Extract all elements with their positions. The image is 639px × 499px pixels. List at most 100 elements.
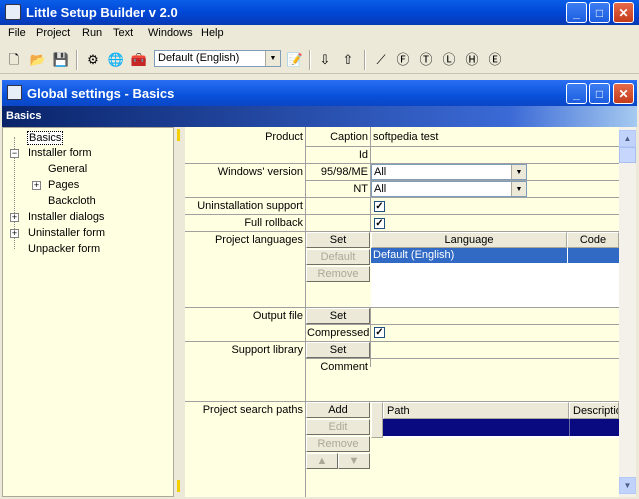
tree-item-basics[interactable]: Basics <box>27 131 64 145</box>
menu-help[interactable]: Help <box>196 27 229 39</box>
os-9x-select[interactable]: All ▼ <box>371 164 527 180</box>
compressed-label: Compressed <box>307 327 370 339</box>
export-icon[interactable]: ⇧ <box>339 50 357 68</box>
full-rollback-checkbox[interactable]: ✓ <box>374 218 385 229</box>
tree-item-backcloth[interactable]: Backcloth <box>48 195 96 207</box>
tree-item-pages[interactable]: Pages <box>48 179 79 191</box>
grid-line <box>306 358 619 359</box>
list-item[interactable] <box>383 419 619 436</box>
import-icon[interactable]: ⇩ <box>316 50 334 68</box>
tree-item-general[interactable]: General <box>48 163 87 175</box>
run-help-icon[interactable]: Ⓗ <box>463 50 481 68</box>
save-icon[interactable]: 💾 <box>52 50 70 68</box>
minimize-icon: _ <box>573 86 580 101</box>
language-select[interactable]: Default (English) ▼ <box>154 50 281 67</box>
child-maximize-button[interactable]: □ <box>589 83 610 104</box>
maximize-icon: □ <box>595 5 604 20</box>
edit-search-path-button[interactable]: Edit <box>306 419 370 435</box>
close-icon: ✕ <box>618 5 629 20</box>
path-column-header[interactable]: Path <box>383 402 569 419</box>
compressed-checkbox[interactable]: ✓ <box>374 327 385 338</box>
os-9x-value: All <box>374 166 387 178</box>
vertical-scrollbar[interactable]: ▲ ▼ <box>619 127 636 497</box>
output-file-label: Output file <box>252 310 303 322</box>
project-search-paths-label: Project search paths <box>202 404 303 416</box>
splitter-grip-bottom <box>177 480 180 492</box>
toolbar: 🗋 📂 💾 ⚙ 🌐 🧰 📝 ⇩ ⇧ ⟋ Ⓕ Ⓣ Ⓛ Ⓗ Ⓔ <box>0 44 639 74</box>
globe-icon[interactable]: 🌐 <box>107 50 125 68</box>
move-down-button[interactable]: ▼ <box>338 453 370 469</box>
child-window-title: Global settings - Basics <box>27 86 175 101</box>
os-nt-value: All <box>374 183 387 195</box>
maximize-icon: □ <box>595 86 604 101</box>
close-icon: ✕ <box>618 86 629 101</box>
run-extras-icon[interactable]: Ⓔ <box>486 50 504 68</box>
grid-line <box>306 146 619 147</box>
splitter-grip-top <box>177 129 180 141</box>
caption-field[interactable]: softpedia test <box>373 131 438 143</box>
open-folder-icon[interactable]: 📂 <box>29 50 47 68</box>
collapse-icon[interactable]: − <box>10 149 19 158</box>
scroll-up-icon[interactable]: ▲ <box>619 130 636 147</box>
tree-item-uninstaller-form[interactable]: Uninstaller form <box>28 227 105 239</box>
remove-language-button[interactable]: Remove <box>306 266 370 282</box>
run-test-icon[interactable]: Ⓣ <box>417 50 435 68</box>
section-title: Basics <box>6 110 42 122</box>
chevron-down-icon[interactable]: ▼ <box>511 165 526 179</box>
description-column-header[interactable]: Description <box>569 402 619 419</box>
build-project-icon[interactable]: ⟋ <box>372 50 390 68</box>
language-column-header[interactable]: Language <box>371 232 567 248</box>
child-minimize-button[interactable]: _ <box>566 83 587 104</box>
build-icon[interactable]: 🧰 <box>130 50 148 68</box>
splitter[interactable] <box>174 127 185 497</box>
arrow-up-icon: ▲ <box>316 455 328 467</box>
child-close-button[interactable]: ✕ <box>613 83 634 104</box>
language-edit-icon[interactable]: 📝 <box>286 50 304 68</box>
code-column-header[interactable]: Code <box>567 232 619 248</box>
comment-label: Comment <box>320 361 368 373</box>
remove-search-path-button[interactable]: Remove <box>306 436 370 452</box>
chevron-down-icon[interactable]: ▼ <box>265 51 280 66</box>
chevron-down-icon[interactable]: ▼ <box>511 182 526 196</box>
set-output-file-button[interactable]: Set <box>306 308 370 324</box>
close-button[interactable]: ✕ <box>613 2 634 23</box>
run-setup-icon[interactable]: Ⓕ <box>394 50 412 68</box>
minimize-button[interactable]: _ <box>566 2 587 23</box>
tree-item-installer-dialogs[interactable]: Installer dialogs <box>28 211 104 223</box>
scroll-down-icon[interactable]: ▼ <box>619 477 636 494</box>
app-title: Little Setup Builder v 2.0 <box>26 5 178 20</box>
menu-text[interactable]: Text <box>108 27 138 39</box>
toolbar-separator <box>309 50 311 70</box>
os-nt-select[interactable]: All ▼ <box>371 181 527 197</box>
list-item[interactable]: Default (English) <box>371 248 619 263</box>
new-file-icon[interactable]: 🗋 <box>5 50 23 68</box>
expand-icon[interactable]: + <box>10 229 19 238</box>
os-9x-label: 95/98/ME <box>320 166 368 178</box>
section-header: Basics <box>2 106 637 127</box>
minimize-icon: _ <box>573 5 580 20</box>
scroll-thumb[interactable] <box>619 147 636 163</box>
tree-item-unpacker-form[interactable]: Unpacker form <box>28 243 100 255</box>
settings-gear-icon[interactable]: ⚙ <box>84 50 102 68</box>
maximize-button[interactable]: □ <box>589 2 610 23</box>
add-search-path-button[interactable]: Add <box>306 402 370 418</box>
uninstall-support-checkbox[interactable]: ✓ <box>374 201 385 212</box>
menu-windows[interactable]: Windows <box>143 27 198 39</box>
set-support-library-button[interactable]: Set <box>306 342 370 358</box>
expand-icon[interactable]: + <box>32 181 41 190</box>
move-up-button[interactable]: ▲ <box>306 453 338 469</box>
languages-list: Language Code Default (English) <box>371 232 619 307</box>
menu-file[interactable]: File <box>3 27 31 39</box>
app-title-bar: Little Setup Builder v 2.0 _ □ ✕ <box>0 0 639 25</box>
default-language-button[interactable]: Default <box>306 249 370 265</box>
grid-line <box>185 307 619 308</box>
comment-field[interactable] <box>373 361 619 401</box>
run-language-icon[interactable]: Ⓛ <box>440 50 458 68</box>
child-window-icon <box>7 85 22 100</box>
settings-tree: Basics − Installer form General + Pages … <box>2 127 174 497</box>
tree-item-installer-form[interactable]: Installer form <box>28 147 92 159</box>
set-language-button[interactable]: Set <box>306 232 370 248</box>
menu-run[interactable]: Run <box>77 27 107 39</box>
expand-icon[interactable]: + <box>10 213 19 222</box>
menu-project[interactable]: Project <box>31 27 75 39</box>
